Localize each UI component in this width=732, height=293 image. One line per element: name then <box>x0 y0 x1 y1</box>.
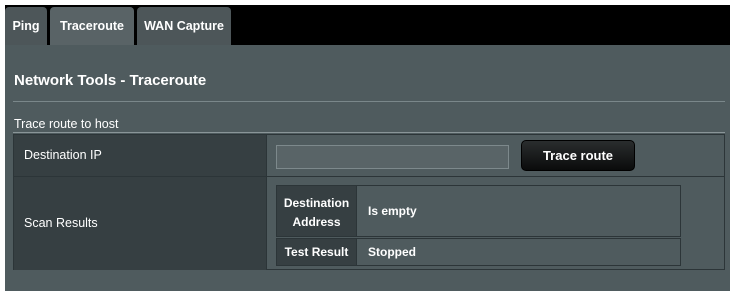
tab-traceroute[interactable]: Traceroute <box>50 7 134 45</box>
section-divider <box>13 132 725 133</box>
test-result-value: Stopped <box>356 238 681 266</box>
tab-bar: Ping Traceroute WAN Capture <box>5 5 730 45</box>
destination-ip-input[interactable] <box>276 145 509 169</box>
destination-address-header: Destination Address <box>276 185 357 237</box>
column-divider <box>266 135 267 270</box>
test-result-header: Test Result <box>276 238 357 266</box>
traceroute-form-table: Destination IP Trace route Scan Results … <box>13 134 725 270</box>
tab-ping[interactable]: Ping <box>5 7 47 45</box>
main-panel: Network Tools - Traceroute Trace route t… <box>5 45 730 291</box>
section-title: Trace route to host <box>14 117 119 131</box>
destination-ip-label: Destination IP <box>14 135 266 176</box>
destination-address-value: Is empty <box>356 185 681 237</box>
page-title: Network Tools - Traceroute <box>14 72 207 89</box>
scan-results-label: Scan Results <box>14 177 266 270</box>
title-divider <box>13 101 725 102</box>
title-row: Network Tools - Traceroute <box>5 61 730 99</box>
tab-wan-capture[interactable]: WAN Capture <box>137 7 231 45</box>
destination-address-header-line2: Address <box>292 215 341 229</box>
scan-results-table: Destination Address Is empty Test Result… <box>276 185 681 266</box>
destination-address-header-line1: Destination <box>283 196 350 210</box>
trace-route-button[interactable]: Trace route <box>521 140 635 171</box>
